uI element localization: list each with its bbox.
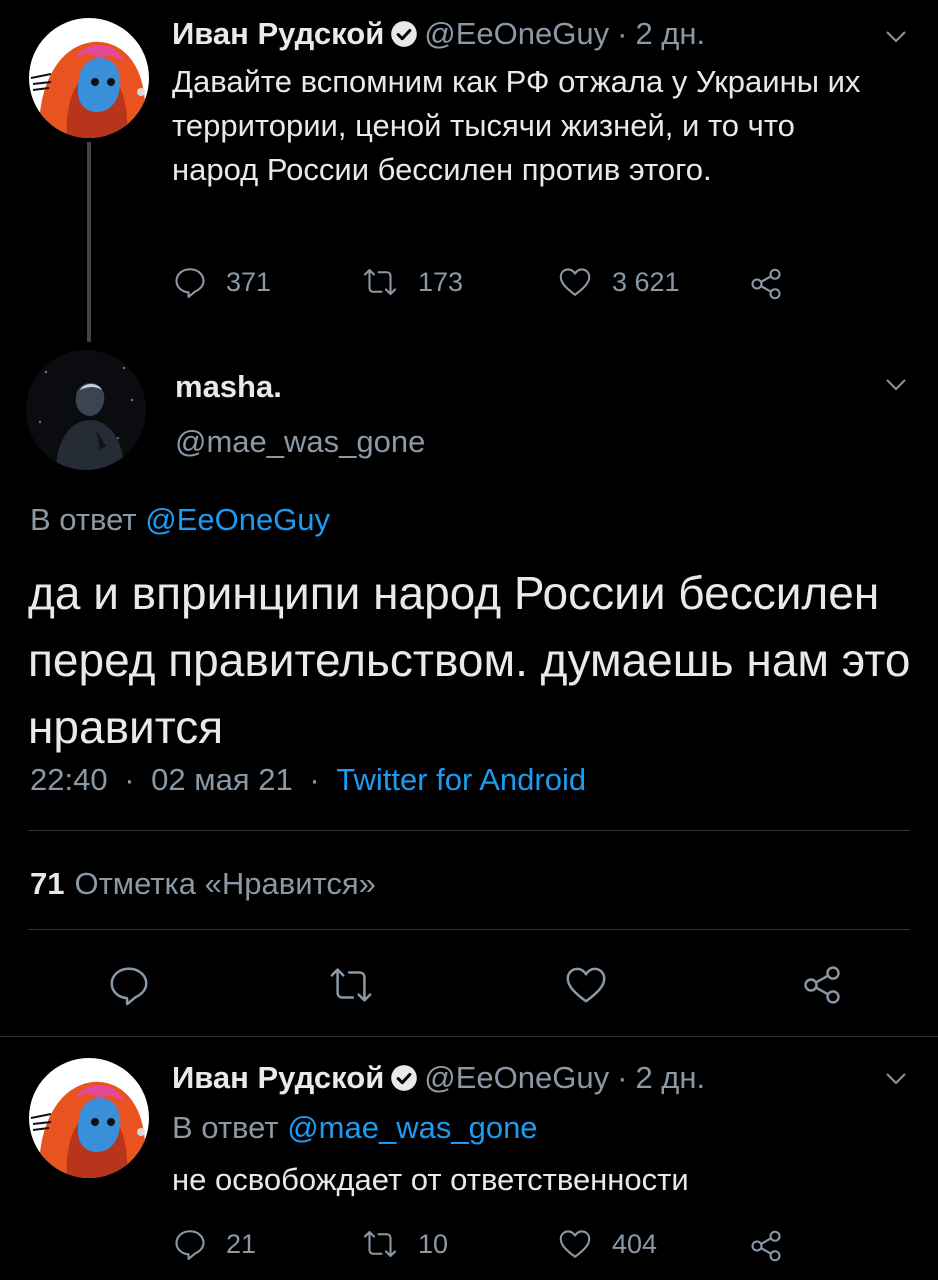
tweet-actions: 21 10 404 — [172, 1226, 812, 1266]
separator: · — [124, 762, 135, 797]
like-button[interactable]: 3 621 — [556, 264, 680, 300]
display-name[interactable]: masha. — [175, 367, 282, 407]
replying-to: В ответ @EeOneGuy — [30, 500, 330, 540]
tweet-meta: 22:40 · 02 мая 21 · Twitter for Android — [30, 760, 586, 800]
reply-button[interactable]: 371 — [172, 264, 271, 300]
chevron-down-icon[interactable] — [884, 1066, 908, 1090]
verified-badge-icon — [391, 1065, 418, 1091]
verified-badge-icon — [391, 21, 418, 47]
tweet-time: 22:40 — [30, 762, 108, 797]
retweet-icon[interactable] — [326, 962, 376, 1008]
tweet-header: Иван Рудской @EeOneGuy · 2 дн. — [172, 1058, 705, 1098]
replying-to: В ответ @mae_was_gone — [172, 1108, 538, 1148]
divider — [28, 929, 910, 930]
like-heart-icon — [559, 268, 591, 296]
source-link[interactable]: Twitter for Android — [336, 762, 586, 797]
share-icon[interactable] — [748, 266, 784, 302]
reply-count: 371 — [226, 266, 272, 297]
tweet-actions: 371 173 3 621 — [172, 264, 812, 304]
reply-prefix: В ответ — [30, 502, 137, 537]
tweet-text: да и впринципи народ России бессилен пер… — [28, 567, 911, 753]
like-heart-icon — [559, 1230, 591, 1258]
avatar-image — [29, 18, 149, 138]
reply-button[interactable]: 21 — [172, 1226, 256, 1262]
tweet-date: 02 мая 21 — [151, 762, 293, 797]
separator: · — [617, 1060, 628, 1095]
avatar[interactable] — [29, 18, 149, 138]
like-count: 404 — [612, 1228, 658, 1259]
avatar[interactable] — [26, 350, 146, 470]
chevron-down-icon[interactable] — [884, 24, 908, 48]
avatar-image — [26, 350, 146, 470]
retweet-icon — [363, 1230, 397, 1258]
share-icon[interactable] — [800, 962, 844, 1008]
chevron-down-icon[interactable] — [884, 372, 908, 396]
retweet-button[interactable]: 10 — [360, 1226, 448, 1262]
divider — [0, 1036, 938, 1037]
thread-connector-line — [87, 142, 91, 342]
retweet-button[interactable]: 173 — [360, 264, 463, 300]
reply-to-handle-link[interactable]: @EeOneGuy — [145, 502, 330, 537]
avatar-image — [29, 1058, 149, 1178]
retweet-icon — [363, 268, 397, 296]
likes-label: Отметка «Нравится» — [74, 866, 376, 901]
separator: · — [309, 762, 320, 797]
timestamp[interactable]: 2 дн. — [635, 14, 705, 54]
timestamp[interactable]: 2 дн. — [635, 1058, 705, 1098]
tweet-text: не освобождает от ответственности — [172, 1162, 689, 1197]
display-name[interactable]: Иван Рудской — [172, 1058, 384, 1098]
reply-icon — [175, 268, 205, 299]
reply-count: 21 — [226, 1228, 257, 1259]
share-icon[interactable] — [748, 1228, 784, 1264]
handle[interactable]: @EeOneGuy — [424, 1058, 609, 1098]
tweet-header: Иван Рудской @EeOneGuy · 2 дн. — [172, 14, 705, 54]
likes-summary[interactable]: 71 Отметка «Нравится» — [30, 864, 376, 904]
display-name[interactable]: Иван Рудской — [172, 14, 384, 54]
handle[interactable]: @EeOneGuy — [424, 14, 609, 54]
focused-tweet-actions — [0, 962, 938, 1012]
retweet-count: 173 — [418, 266, 464, 297]
handle[interactable]: @mae_was_gone — [175, 422, 425, 462]
divider — [28, 830, 910, 831]
tweet-text: Давайте вспомним как РФ отжала у Украины… — [172, 64, 861, 187]
separator: · — [617, 16, 628, 51]
reply-icon — [175, 1230, 205, 1261]
like-heart-icon[interactable] — [563, 962, 609, 1008]
like-button[interactable]: 404 — [556, 1226, 657, 1262]
reply-icon[interactable] — [106, 962, 152, 1008]
likes-count: 71 — [30, 866, 65, 901]
like-count: 3 621 — [612, 266, 680, 297]
reply-to-handle-link[interactable]: @mae_was_gone — [287, 1110, 537, 1145]
reply-prefix: В ответ — [172, 1110, 279, 1145]
avatar[interactable] — [29, 1058, 149, 1178]
retweet-count: 10 — [418, 1228, 449, 1259]
